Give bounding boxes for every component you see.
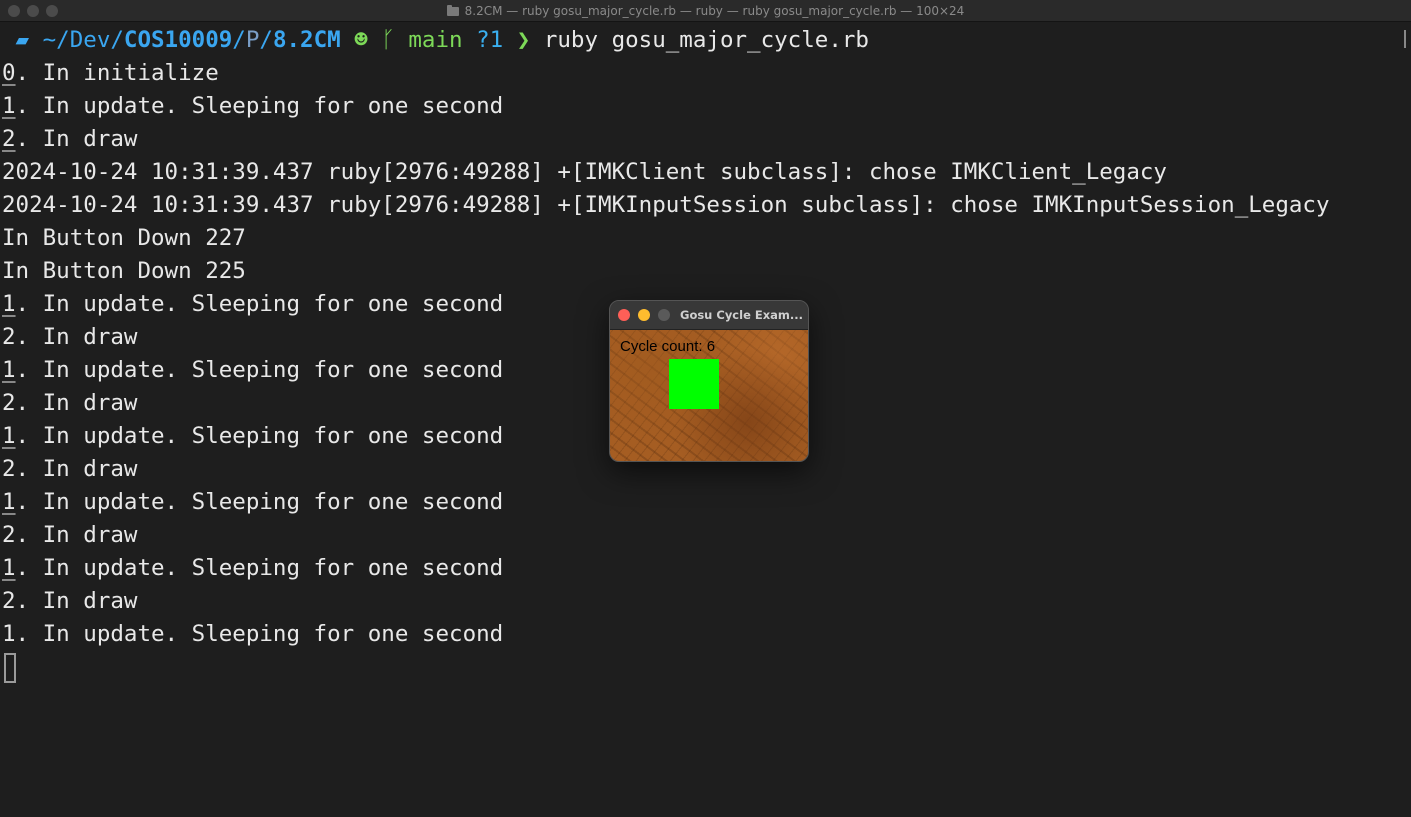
gosu-titlebar[interactable]: Gosu Cycle Exam...	[610, 301, 808, 330]
line-text: . In draw	[15, 456, 138, 482]
cycle-count-label: Cycle count: 6	[620, 338, 716, 355]
folder-icon: ▰	[15, 27, 30, 53]
line-text: . In draw	[15, 390, 138, 416]
line-text: . In update. Sleeping for one second	[15, 489, 504, 515]
path-sep: /	[232, 27, 246, 53]
line-number: 1	[2, 621, 16, 647]
window-title: 8.2CM — ruby gosu_major_cycle.rb — ruby …	[464, 4, 965, 18]
line-text: In Button Down 225	[2, 258, 246, 284]
line-number: 1	[2, 489, 16, 515]
line-number: 1	[2, 423, 16, 449]
window-title-wrap: 8.2CM — ruby gosu_major_cycle.rb — ruby …	[0, 0, 1411, 22]
output-line: 0. In initialize	[0, 57, 1411, 90]
prompt-line: ▰ ~/Dev/COS10009/P/8.2CM ☻ ᚴ main ?1 ❯ r…	[0, 24, 1411, 57]
line-number: 1	[2, 357, 16, 383]
output-line: 1. In update. Sleeping for one second	[0, 618, 1411, 651]
line-text: . In update. Sleeping for one second	[15, 93, 504, 119]
output-line: 2. In draw	[0, 519, 1411, 552]
line-text: . In update. Sleeping for one second	[15, 555, 504, 581]
output-line: 2. In draw	[0, 123, 1411, 156]
cursor-line	[0, 651, 1411, 684]
command-text: ruby gosu_major_cycle.rb	[543, 27, 869, 53]
line-number: 2	[2, 522, 16, 548]
line-number: 2	[2, 390, 16, 416]
path-folder: 8.2CM	[272, 27, 341, 53]
line-text: . In update. Sleeping for one second	[15, 621, 504, 647]
output-line: In Button Down 227	[0, 222, 1411, 255]
gosu-minimize-button[interactable]	[638, 309, 650, 321]
line-text: . In draw	[15, 324, 138, 350]
window-titlebar: 8.2CM — ruby gosu_major_cycle.rb — ruby …	[0, 0, 1411, 22]
line-number: 1	[2, 291, 16, 317]
line-text: . In update. Sleeping for one second	[15, 291, 504, 317]
line-text: . In draw	[15, 588, 138, 614]
output-line: 2024-10-24 10:31:39.437 ruby[2976:49288]…	[0, 156, 1411, 189]
gosu-window-title: Gosu Cycle Exam...	[680, 308, 803, 322]
line-number: 1	[2, 555, 16, 581]
line-number: 2	[2, 324, 16, 350]
output-line: 1. In update. Sleeping for one second	[0, 552, 1411, 585]
path-dev: Dev/	[69, 27, 124, 53]
path-tilde: ~/	[42, 27, 70, 53]
output-line: 2024-10-24 10:31:39.437 ruby[2976:49288]…	[0, 189, 1411, 222]
line-text: . In draw	[15, 522, 138, 548]
path-course: COS10009	[123, 27, 233, 53]
gosu-window[interactable]: Gosu Cycle Exam... Cycle count: 6	[609, 300, 809, 462]
line-number: 2	[2, 588, 16, 614]
line-text: . In update. Sleeping for one second	[15, 357, 504, 383]
text-cursor	[4, 652, 16, 683]
prompt-chevron: ❯	[516, 27, 531, 53]
gosu-canvas[interactable]: Cycle count: 6	[610, 330, 808, 461]
line-text: In Button Down 227	[2, 225, 246, 251]
line-text: . In draw	[15, 126, 138, 152]
gosu-zoom-button[interactable]	[658, 309, 670, 321]
line-text: . In update. Sleeping for one second	[15, 423, 504, 449]
path-p: P	[245, 27, 260, 53]
line-text: 2024-10-24 10:31:39.437 ruby[2976:49288]…	[2, 159, 1167, 185]
line-number: 2	[2, 126, 16, 152]
path-sep2: /	[259, 27, 273, 53]
output-line: 1. In update. Sleeping for one second	[0, 90, 1411, 123]
output-line: 1. In update. Sleeping for one second	[0, 486, 1411, 519]
scroll-marker	[1404, 30, 1406, 48]
github-icon: ☻	[354, 27, 368, 53]
git-status: ?1	[476, 27, 504, 53]
line-number: 0	[2, 60, 16, 86]
line-number: 1	[2, 93, 16, 119]
line-text: . In initialize	[15, 60, 219, 86]
green-square	[669, 359, 719, 409]
output-line: 2. In draw	[0, 585, 1411, 618]
gosu-close-button[interactable]	[618, 309, 630, 321]
output-line: In Button Down 225	[0, 255, 1411, 288]
git-branch-icon: ᚴ	[381, 27, 395, 53]
folder-icon	[446, 4, 459, 16]
line-text: 2024-10-24 10:31:39.437 ruby[2976:49288]…	[2, 192, 1330, 218]
git-branch: main	[408, 27, 463, 53]
line-number: 2	[2, 456, 16, 482]
